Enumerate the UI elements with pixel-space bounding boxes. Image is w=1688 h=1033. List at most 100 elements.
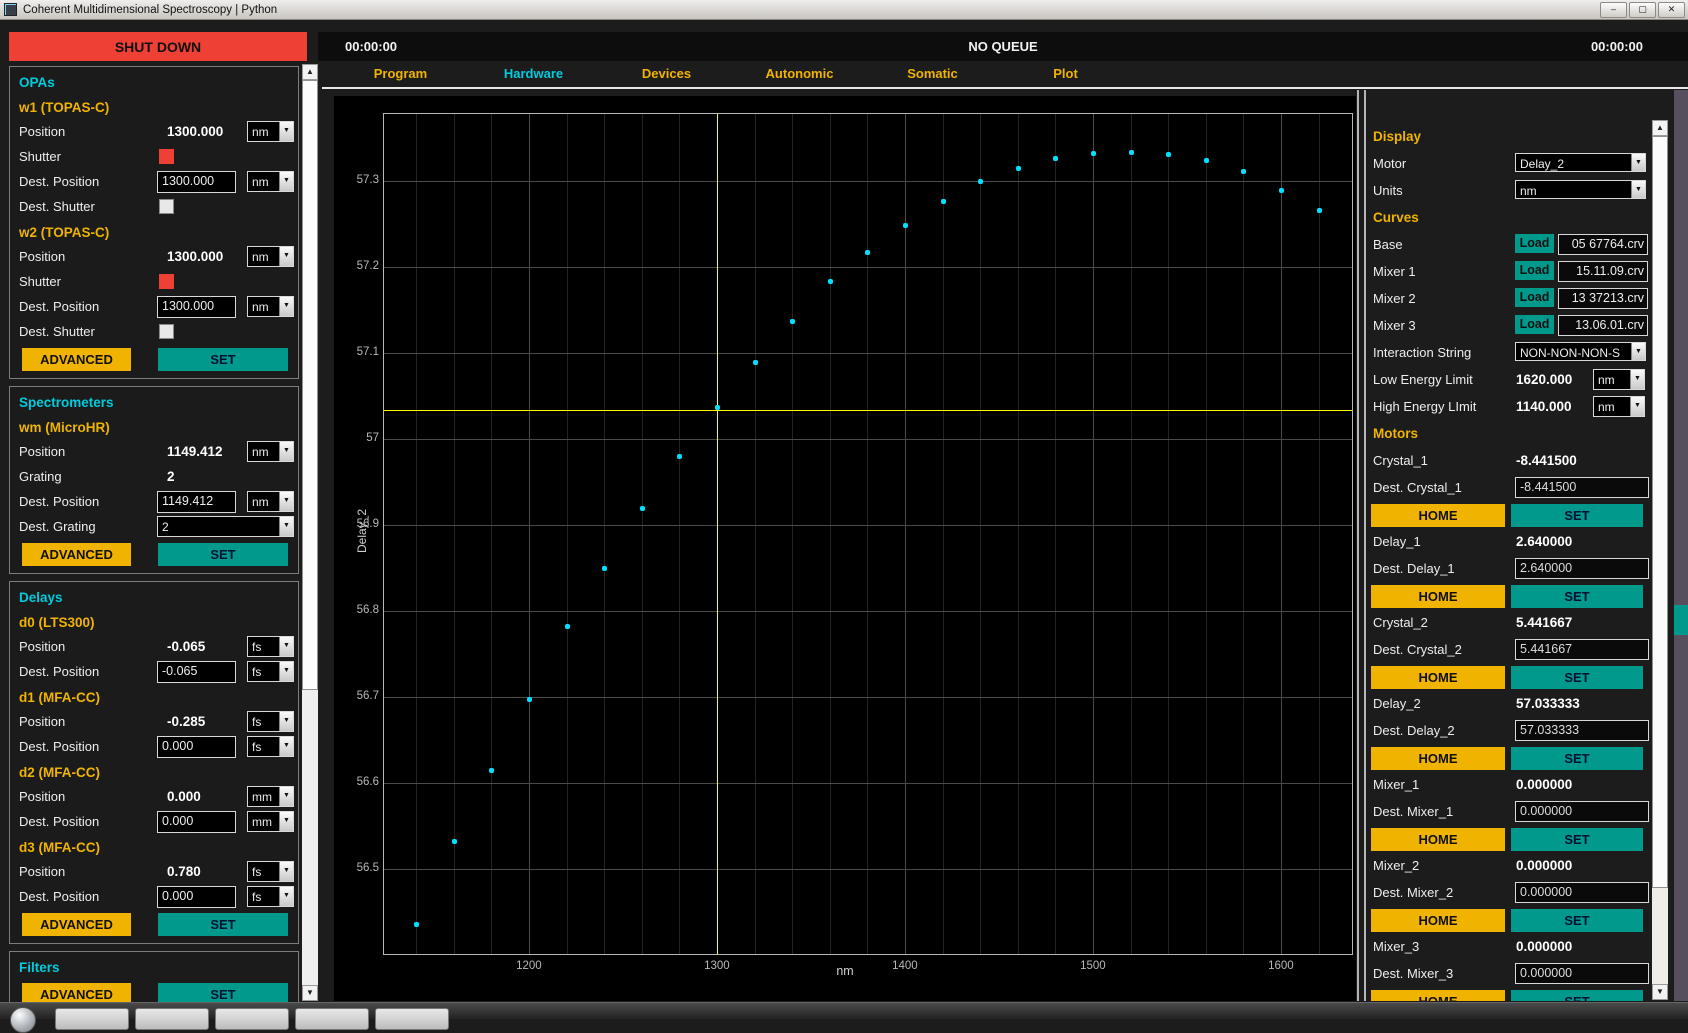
- panel-splitter[interactable]: [1357, 90, 1366, 1001]
- value-input[interactable]: 1149.412: [157, 491, 236, 513]
- unit-dropdown[interactable]: nm▼: [247, 491, 294, 512]
- chevron-down-icon[interactable]: ▼: [279, 442, 293, 461]
- unit-dropdown[interactable]: nm▼: [247, 296, 294, 317]
- unit-dropdown[interactable]: mm▼: [247, 811, 294, 832]
- tab-hardware[interactable]: Hardware: [467, 66, 600, 88]
- grating-dropdown[interactable]: 2▼: [157, 516, 294, 537]
- value-input[interactable]: 0.000: [157, 886, 236, 908]
- unit-dropdown[interactable]: nm▼: [247, 441, 294, 462]
- chevron-down-icon[interactable]: ▼: [1631, 154, 1645, 171]
- motor-dest-input[interactable]: 57.033333: [1515, 720, 1649, 741]
- right-scrollbar-thumb[interactable]: [1652, 136, 1668, 888]
- load-mixer-2-button[interactable]: Load: [1515, 288, 1554, 307]
- set-button[interactable]: SET: [1511, 747, 1643, 770]
- set-button[interactable]: SET: [1511, 504, 1643, 527]
- tab-somatic[interactable]: Somatic: [866, 66, 999, 88]
- value-input[interactable]: 1300.000: [157, 296, 236, 318]
- home-button[interactable]: HOME: [1371, 747, 1505, 770]
- unit-dropdown[interactable]: mm▼: [247, 786, 294, 807]
- unit-dropdown[interactable]: fs▼: [247, 886, 294, 907]
- unit-dropdown[interactable]: nm▼: [1593, 369, 1645, 390]
- maximize-button[interactable]: ▢: [1629, 2, 1656, 18]
- motor-dest-input[interactable]: 2.640000: [1515, 558, 1649, 579]
- taskbar-button[interactable]: [295, 1008, 369, 1030]
- shut-down-button[interactable]: SHUT DOWN: [9, 32, 307, 61]
- interaction-string-dropdown[interactable]: NON-NON-NON-S▼: [1515, 342, 1646, 361]
- load-mixer-3-button[interactable]: Load: [1515, 315, 1554, 334]
- unit-dropdown[interactable]: nm▼: [247, 121, 294, 142]
- unit-dropdown[interactable]: fs▼: [247, 736, 294, 757]
- chevron-down-icon[interactable]: ▼: [279, 122, 293, 141]
- unit-dropdown[interactable]: fs▼: [247, 636, 294, 657]
- motor-dropdown[interactable]: Delay_2▼: [1515, 153, 1646, 172]
- taskbar-button[interactable]: [55, 1008, 129, 1030]
- home-button[interactable]: HOME: [1371, 666, 1505, 689]
- scroll-up-icon[interactable]: ▲: [302, 64, 318, 80]
- chevron-down-icon[interactable]: ▼: [279, 812, 293, 831]
- tab-devices[interactable]: Devices: [600, 66, 733, 88]
- motor-dest-input[interactable]: -8.441500: [1515, 477, 1649, 498]
- home-button[interactable]: HOME: [1371, 585, 1505, 608]
- advanced-button[interactable]: ADVANCED: [22, 983, 131, 1002]
- value-input[interactable]: 0.000: [157, 811, 236, 833]
- set-button[interactable]: SET: [158, 913, 288, 936]
- home-button[interactable]: HOME: [1371, 504, 1505, 527]
- motor-dest-input[interactable]: 0.000000: [1515, 882, 1649, 903]
- chevron-down-icon[interactable]: ▼: [279, 862, 293, 881]
- scroll-down-icon[interactable]: ▼: [302, 985, 318, 1001]
- taskbar-button[interactable]: [215, 1008, 289, 1030]
- unit-dropdown[interactable]: nm▼: [247, 246, 294, 267]
- unit-dropdown[interactable]: fs▼: [247, 861, 294, 882]
- motor-dest-input[interactable]: 0.000000: [1515, 801, 1649, 822]
- left-scrollbar[interactable]: ▲ ▼: [302, 64, 318, 1001]
- chevron-down-icon[interactable]: ▼: [279, 787, 293, 806]
- value-input[interactable]: 0.000: [157, 736, 236, 758]
- scroll-down-icon[interactable]: ▼: [1652, 984, 1668, 1000]
- unit-dropdown[interactable]: fs▼: [247, 661, 294, 682]
- set-button[interactable]: SET: [158, 543, 288, 566]
- chevron-down-icon[interactable]: ▼: [279, 737, 293, 756]
- advanced-button[interactable]: ADVANCED: [22, 913, 131, 936]
- value-input[interactable]: -0.065: [157, 661, 236, 683]
- set-button[interactable]: SET: [158, 983, 288, 1002]
- home-button[interactable]: HOME: [1371, 990, 1505, 1001]
- chevron-down-icon[interactable]: ▼: [279, 172, 293, 191]
- unit-dropdown[interactable]: fs▼: [247, 711, 294, 732]
- set-button[interactable]: SET: [1511, 828, 1643, 851]
- chevron-down-icon[interactable]: ▼: [1630, 397, 1644, 416]
- load-base-button[interactable]: Load: [1515, 234, 1554, 253]
- chevron-down-icon[interactable]: ▼: [279, 637, 293, 656]
- chevron-down-icon[interactable]: ▼: [279, 492, 293, 511]
- set-button[interactable]: SET: [158, 348, 288, 371]
- close-button[interactable]: ✕: [1658, 2, 1685, 18]
- chevron-down-icon[interactable]: ▼: [1631, 343, 1645, 360]
- tab-autonomic[interactable]: Autonomic: [733, 66, 866, 88]
- set-button[interactable]: SET: [1511, 666, 1643, 689]
- set-button[interactable]: SET: [1511, 990, 1643, 1001]
- left-scrollbar-thumb[interactable]: [302, 80, 318, 690]
- unit-dropdown[interactable]: nm▼: [1593, 396, 1645, 417]
- units-dropdown[interactable]: nm▼: [1515, 180, 1646, 199]
- chevron-down-icon[interactable]: ▼: [279, 887, 293, 906]
- home-button[interactable]: HOME: [1371, 909, 1505, 932]
- dest-shutter-checkbox[interactable]: [159, 324, 174, 339]
- tuning-curve-plot[interactable]: Delay_2 56.556.656.756.856.95757.157.257…: [334, 96, 1356, 1001]
- home-button[interactable]: HOME: [1371, 828, 1505, 851]
- value-input[interactable]: 1300.000: [157, 171, 236, 193]
- set-button[interactable]: SET: [1511, 909, 1643, 932]
- tab-program[interactable]: Program: [334, 66, 467, 88]
- scroll-up-icon[interactable]: ▲: [1652, 120, 1668, 136]
- unit-dropdown[interactable]: nm▼: [247, 171, 294, 192]
- start-button[interactable]: [10, 1007, 36, 1033]
- chevron-down-icon[interactable]: ▼: [279, 517, 293, 536]
- taskbar-button[interactable]: [375, 1008, 449, 1030]
- set-button[interactable]: SET: [1511, 585, 1643, 608]
- chevron-down-icon[interactable]: ▼: [279, 297, 293, 316]
- right-scrollbar[interactable]: ▲ ▼: [1652, 120, 1668, 1000]
- motor-dest-input[interactable]: 5.441667: [1515, 639, 1649, 660]
- tab-plot[interactable]: Plot: [999, 66, 1132, 88]
- dest-shutter-checkbox[interactable]: [159, 199, 174, 214]
- advanced-button[interactable]: ADVANCED: [22, 543, 131, 566]
- advanced-button[interactable]: ADVANCED: [22, 348, 131, 371]
- minimize-button[interactable]: –: [1600, 2, 1627, 18]
